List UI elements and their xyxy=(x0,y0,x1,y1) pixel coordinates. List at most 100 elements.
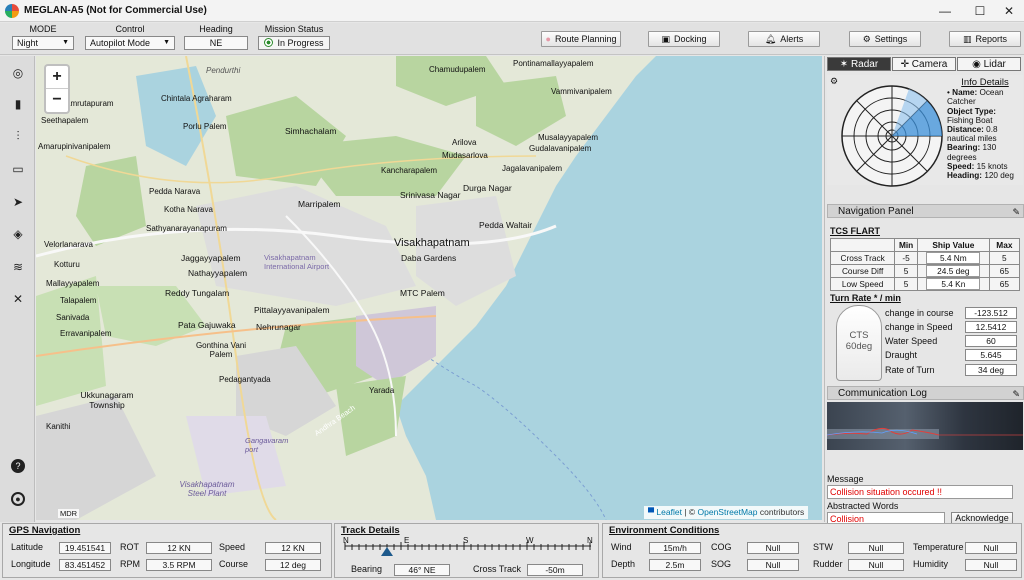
table-row: Cross Track -5 5.4 Nm 5 xyxy=(829,251,1021,265)
map-label: Porlu Palem xyxy=(183,122,227,131)
cts-label: CTS xyxy=(849,330,869,341)
leaflet-link[interactable]: Leaflet xyxy=(656,507,682,517)
map-label: Simhachalam xyxy=(285,126,337,136)
info-details-title: Info Details xyxy=(961,77,1009,88)
target-heading: 120 deg xyxy=(984,171,1014,181)
latitude-label: Latitude xyxy=(11,542,44,552)
map-label: Sathyanarayanapuram xyxy=(146,224,227,233)
turn-row: change in Speed 12.5412 xyxy=(885,321,1019,334)
radar-view[interactable]: ⚙ Info Details • Name: Ocean Catcher Obj… xyxy=(827,75,1023,187)
map-view[interactable]: Pendurthi Chamudupalem Pontinamallayyapa… xyxy=(36,56,822,520)
map-label: Yarada xyxy=(369,386,395,395)
sliders-icon[interactable]: ⫶ xyxy=(8,126,28,146)
route-planning-button[interactable]: ● Route Planning xyxy=(541,31,621,47)
tab-lidar[interactable]: ◉ Lidar xyxy=(957,57,1021,71)
map-label: Gangavaram port xyxy=(245,436,289,454)
gear-icon[interactable]: ⚙ xyxy=(830,76,838,87)
target-icon[interactable]: ◎ xyxy=(8,63,28,83)
wifi-icon[interactable]: ≋ xyxy=(8,257,28,277)
longitude-label: Longitude xyxy=(11,559,51,569)
map-label: Amarupinivanipalem xyxy=(38,142,111,151)
mission-status-indicator[interactable]: In Progress xyxy=(258,36,330,50)
help-icon[interactable]: ? xyxy=(11,459,25,473)
docking-icon: ▣ xyxy=(661,34,670,44)
map-label: Arilova xyxy=(452,138,477,147)
table-row: Low Speed 5 5.4 Kn 65 xyxy=(829,277,1021,291)
zoom-in-button[interactable]: + xyxy=(46,66,68,89)
map-label: Mallayyapalem xyxy=(46,279,100,288)
map-label: Gonthina Vani Palem xyxy=(195,341,247,359)
lidar-icon: ◉ xyxy=(972,59,984,70)
turn-row: change in course -123.512 xyxy=(885,307,1019,320)
map-label: Jaggayyapalem xyxy=(181,253,241,263)
mission-status-group: Mission Status In Progress xyxy=(258,24,330,50)
docking-button[interactable]: ▣ Docking xyxy=(648,31,720,47)
message-label: Message xyxy=(827,474,864,484)
edit-icon[interactable]: ✎ xyxy=(1012,388,1020,401)
chevron-down-icon: ▼ xyxy=(62,39,69,46)
map-label: Marripalem xyxy=(298,199,341,209)
alerts-button[interactable]: 🔔︎ Alerts xyxy=(748,31,820,47)
target-speed: 15 knots xyxy=(976,161,1008,171)
map-label: Kotha Narava xyxy=(164,205,213,214)
map-label: Velorlanarava xyxy=(44,240,93,249)
speed-value: 12 KN xyxy=(265,542,321,554)
tab-camera[interactable]: ✛ Camera xyxy=(892,57,956,71)
user-icon[interactable]: ● xyxy=(11,492,25,506)
minimize-button[interactable]: — xyxy=(930,2,960,20)
navigation-arrow-icon[interactable]: ➤ xyxy=(8,192,28,212)
status-radio-icon xyxy=(264,38,274,47)
bar-chart-icon[interactable]: ▮ xyxy=(8,94,28,114)
map-label: Nathayyapalem xyxy=(188,268,248,278)
gps-navigation-panel: GPS Navigation Latitude 19.451541 Longit… xyxy=(2,523,332,578)
sog-value: Null xyxy=(747,559,799,571)
map-label: Daba Gardens xyxy=(401,253,457,263)
chevron-down-icon: ▼ xyxy=(163,39,170,46)
map-label: Durga Nagar xyxy=(463,183,512,193)
battery-icon[interactable]: ▭ xyxy=(8,159,28,179)
map-label: Pendurthi xyxy=(206,66,241,75)
mode-select[interactable]: Night ▼ xyxy=(12,36,74,50)
map-label: Ukkunagaram Township xyxy=(80,390,134,410)
speed-label: Speed xyxy=(219,542,246,552)
target-type: Fishing Boat xyxy=(947,115,993,125)
radar-scope xyxy=(841,85,943,187)
close-button[interactable]: ✕ xyxy=(994,2,1024,20)
mute-icon[interactable]: ✕ xyxy=(8,289,28,309)
tcs-table: Min Ship Value Max Cross Track -5 5.4 Nm… xyxy=(829,238,1021,291)
map-label: Visakhapatnam Steel Plant xyxy=(179,480,235,498)
tab-radar[interactable]: ✶ Radar xyxy=(827,57,891,71)
zoom-control: + − xyxy=(44,64,70,114)
maximize-button[interactable]: ☐ xyxy=(965,2,995,20)
reports-button[interactable]: ▥ Reports xyxy=(949,31,1021,47)
map-label: Jagalavanipalem xyxy=(502,164,563,173)
humidity-label: Humidity xyxy=(913,559,949,569)
control-select[interactable]: Autopilot Mode ▼ xyxy=(85,36,175,50)
cts-indicator: CTS 60deg xyxy=(836,305,882,381)
top-toolbar: MODE Night ▼ Control Autopilot Mode ▼ Head… xyxy=(0,23,1024,55)
settings-button[interactable]: ⚙ Settings xyxy=(849,31,921,47)
map-label: Kancharapalem xyxy=(381,166,438,175)
cross-track-label: Cross Track xyxy=(473,564,522,574)
map-label: Visakhapatnam xyxy=(394,237,470,249)
navigation-panel-header: Navigation Panel ✎ xyxy=(827,204,1024,218)
track-details-panel: Track Details N E S W N Bearing 46° NE C… xyxy=(334,523,599,578)
layers-icon[interactable]: ◈ xyxy=(8,224,28,244)
attribution-contributors: contributors xyxy=(757,507,805,517)
message-field: Collision situation occured !! xyxy=(827,485,1013,499)
gps-title: GPS Navigation xyxy=(9,525,81,536)
edit-icon[interactable]: ✎ xyxy=(1012,206,1020,219)
longitude-value: 83.451452 xyxy=(59,559,111,571)
map-label: Erravanipalem xyxy=(60,329,112,338)
mission-status-label: Mission Status xyxy=(264,24,324,34)
environment-conditions-panel: Environment Conditions Wind 15m/h Depth … xyxy=(602,523,1022,578)
map-label: Pedagantyada xyxy=(219,375,271,384)
cts-value: 60deg xyxy=(845,341,873,352)
compass-w: W xyxy=(526,536,534,545)
communication-waveform xyxy=(826,402,1023,450)
zoom-out-button[interactable]: − xyxy=(46,89,68,112)
map-label: Pittalayyavanipalem xyxy=(254,305,330,315)
latitude-value: 19.451541 xyxy=(59,542,111,554)
osm-link[interactable]: OpenStreetMap xyxy=(698,507,758,517)
compass-e: E xyxy=(404,536,410,545)
